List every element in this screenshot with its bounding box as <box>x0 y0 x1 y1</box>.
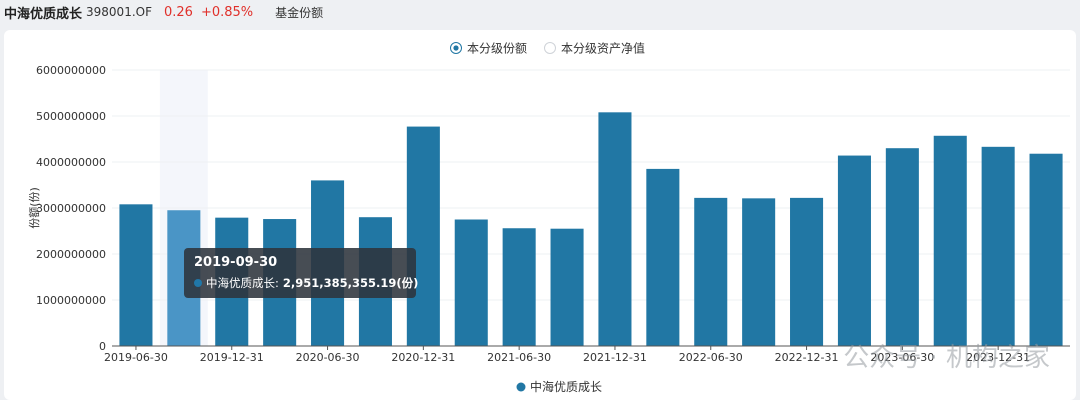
tooltip-row: 中海优质成长: 2,951,385,355.19(份) <box>194 275 418 291</box>
bar-2019-06-30[interactable] <box>119 204 153 346</box>
data-label: 基金份额 <box>275 5 324 20</box>
bar-2020-12-31[interactable] <box>406 126 440 346</box>
tooltip-date: 2019-09-30 <box>194 255 278 270</box>
x-tick-label: 2019-06-30 <box>104 351 168 364</box>
tooltip-value: 2,951,385,355.19(份) <box>282 276 419 290</box>
x-tick-label: 2021-06-30 <box>487 351 551 364</box>
x-tick-label: 2022-12-31 <box>775 351 839 364</box>
fund-name: 中海优质成长 <box>4 6 83 22</box>
bar-2021-12-31[interactable] <box>598 112 632 346</box>
bar-2021-03-31[interactable] <box>454 219 488 347</box>
x-tick-label: 2020-06-30 <box>296 351 360 364</box>
tooltip-series-marker <box>194 279 202 287</box>
bar-2021-09-30[interactable] <box>550 228 584 346</box>
bar-2023-09-30[interactable] <box>933 135 967 346</box>
bar-2022-12-31[interactable] <box>790 197 824 346</box>
bar-2022-06-30[interactable] <box>694 197 728 346</box>
bar-2023-12-31[interactable] <box>981 146 1015 346</box>
chart-tooltip: 2019-09-30 中海优质成长: 2,951,385,355.19(份) <box>184 248 418 298</box>
chart-panel: 本分级份额 本分级资产净值 0 1000000000 2000000000 3000000… <box>4 30 1076 400</box>
bar-2023-06-30[interactable] <box>885 148 919 346</box>
toggle-radio-dot-icon <box>453 45 459 51</box>
bar-2022-09-30[interactable] <box>742 198 776 346</box>
toggle-option-2[interactable]: 本分级资产净值 <box>561 41 645 56</box>
fund-change: +0.85% <box>200 4 254 20</box>
fund-price: 0.26 <box>164 4 193 20</box>
y-tick-label: 5000000000 <box>36 110 106 123</box>
bar-2022-03-31[interactable] <box>646 168 680 346</box>
bar-2021-06-30[interactable] <box>502 228 536 346</box>
tooltip-series: 中海优质成长: <box>206 276 279 290</box>
y-tick-label: 4000000000 <box>36 156 106 169</box>
y-tick-label: 2000000000 <box>36 248 106 261</box>
legend-series-marker-icon <box>516 382 526 392</box>
y-tick-label: 1000000000 <box>36 294 106 307</box>
bar-2023-03-31[interactable] <box>837 155 871 346</box>
bar-chart: 本分级份额 本分级资产净值0100000000020000000003000000… <box>28 41 1070 394</box>
x-tick-label: 2022-06-30 <box>679 351 743 364</box>
fund-code: 398001.OF <box>86 5 152 19</box>
x-tick-label: 2020-12-31 <box>391 351 455 364</box>
toggle-radio-2-icon[interactable] <box>544 42 556 54</box>
y-tick-label: 3000000000 <box>36 202 106 215</box>
y-tick-label: 6000000000 <box>36 64 106 77</box>
legend-series-label[interactable]: 中海优质成长 <box>530 379 602 394</box>
fund-header: 中海优质成长 398001.OF 0.26 +0.85% 基金份额 <box>0 0 1080 24</box>
x-tick-label: 2019-12-31 <box>200 351 264 364</box>
y-axis-title: 份额(份) <box>28 187 41 229</box>
bar-2024-03-31[interactable] <box>1029 153 1063 346</box>
x-tick-label: 2021-12-31 <box>583 351 647 364</box>
toggle-option-1[interactable]: 本分级份额 <box>467 42 527 56</box>
watermark: 公众号 · 机构之家 <box>843 343 1050 373</box>
